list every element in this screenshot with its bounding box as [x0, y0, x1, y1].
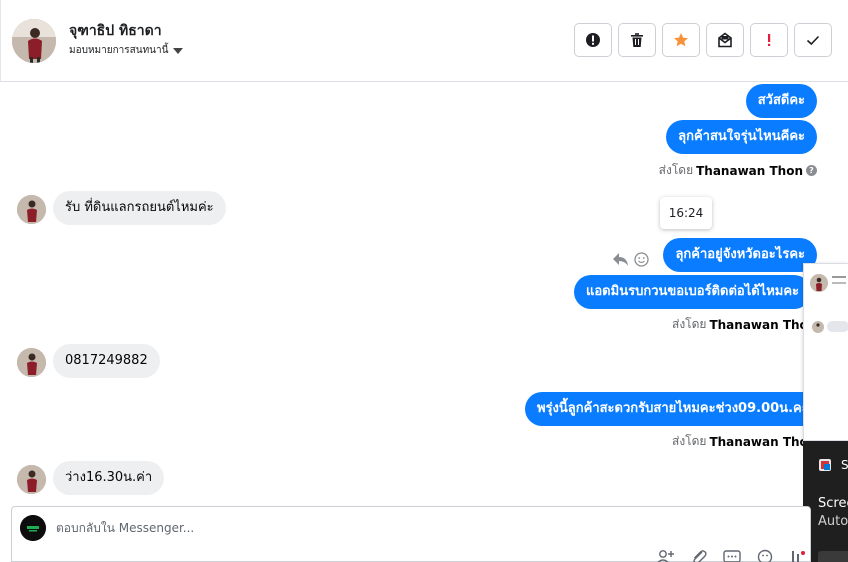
sent-by-label: ส่งโดย Thanawan Thon: [672, 432, 816, 451]
caret-down-icon: [173, 47, 184, 54]
attachment-icon[interactable]: [689, 549, 709, 562]
more-icon[interactable]: [788, 549, 808, 562]
spam-icon: [768, 34, 771, 46]
incoming-message[interactable]: ว่าง16.30น.ค่า: [53, 461, 165, 495]
composer-toolbar: [656, 549, 808, 562]
star-button[interactable]: [662, 23, 700, 57]
add-person-icon[interactable]: [656, 549, 676, 562]
assign-conversation-dropdown[interactable]: มอบหมายการสนทนานี้: [69, 43, 184, 58]
incoming-message[interactable]: รับ ที่ดินแลกรถยนต์ไหมค่ะ: [53, 191, 226, 225]
outgoing-message[interactable]: ลุกค้าอยู่จังหวัดอะไรคะ: [663, 238, 817, 272]
incoming-message[interactable]: 0817249882: [53, 344, 160, 378]
action-toolbar: [574, 23, 832, 57]
toast-app-name: S: [841, 458, 848, 472]
mark-unread-button[interactable]: [706, 23, 744, 57]
outgoing-message[interactable]: สวัสดีคะ: [745, 84, 817, 118]
preview-line: [832, 276, 846, 278]
toast-title: Scree: [818, 496, 848, 511]
sender-name[interactable]: Thanawan Thon: [696, 164, 803, 178]
avatar: [17, 348, 46, 377]
sent-by-prefix: ส่งโดย: [672, 317, 707, 331]
saved-replies-icon[interactable]: [722, 549, 742, 562]
spam-button[interactable]: [750, 23, 788, 57]
sent-by-label: ส่งโดย Thanawan Thon: [672, 315, 816, 334]
side-preview-panel[interactable]: [803, 263, 848, 441]
message-thread[interactable]: สวัสดีคะ ลุกค้าสนใจรุ่นไหนคีคะ ส่งโดย Th…: [0, 82, 848, 506]
outgoing-message[interactable]: ลุกค้าสนใจรุ่นไหนคีคะ: [666, 120, 817, 154]
preview-line: [832, 282, 846, 284]
conversation-header: จุฑาธิป ทิธาดา มอบหมายการสนทนานี้: [0, 0, 848, 82]
reply-composer: [11, 506, 811, 562]
emoji-icon[interactable]: [755, 549, 775, 562]
page-avatar: [20, 515, 46, 541]
avatar: [17, 465, 46, 494]
star-icon: [674, 33, 688, 47]
message-timestamp: 16:24: [660, 197, 712, 229]
contact-avatar[interactable]: [12, 19, 56, 63]
snipping-tool-icon: [819, 459, 831, 471]
toast-body: Auto: [818, 514, 848, 529]
reply-input[interactable]: [56, 521, 656, 535]
mark-done-button[interactable]: [794, 23, 832, 57]
sender-name[interactable]: Thanawan Thon: [709, 435, 816, 449]
sent-by-label: ส่งโดย Thanawan Thon ?: [659, 161, 817, 180]
avatar: [17, 195, 46, 224]
alert-circle-icon: [586, 33, 600, 47]
sender-name[interactable]: Thanawan Thon: [709, 318, 816, 332]
react-emoji-icon[interactable]: [634, 252, 649, 267]
assign-label: มอบหมายการสนทนานี้: [69, 45, 169, 56]
trash-icon: [631, 33, 643, 47]
avatar: [812, 321, 824, 333]
mark-unread-icon: [718, 32, 732, 48]
reply-icon[interactable]: [612, 252, 629, 267]
check-icon: [806, 35, 820, 46]
outgoing-message[interactable]: พรุ่งนี้ลูกค้าสะดวกรับสายไหมคะช่วง09.00น…: [525, 392, 821, 426]
avatar: [810, 274, 828, 292]
help-icon[interactable]: ?: [806, 165, 817, 176]
sent-by-prefix: ส่งโดย: [672, 434, 707, 448]
preview-bubble: [827, 321, 848, 332]
delete-button[interactable]: [618, 23, 656, 57]
toast-action-button[interactable]: [818, 551, 848, 562]
alert-button[interactable]: [574, 23, 612, 57]
contact-name[interactable]: จุฑาธิป ทิธาดา: [69, 20, 162, 42]
outgoing-message[interactable]: แอดมินรบกวนขอเบอร์ติดต่อได้ไหมคะ: [574, 275, 812, 309]
sent-by-prefix: ส่งโดย: [658, 163, 694, 177]
